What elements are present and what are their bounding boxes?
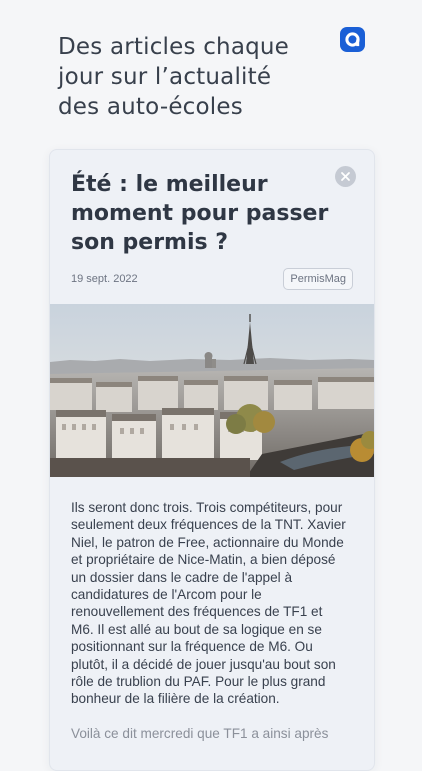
article-body-line: rôle de trublion du PAF. Pour le plus gr… xyxy=(71,674,326,690)
article-body-line: renouvellement des fréquences de TF1 et xyxy=(71,604,323,620)
source-badge[interactable]: PermisMag xyxy=(283,268,353,290)
article-body-line: seulement deux fréquences de la TNT. Xav… xyxy=(71,517,346,533)
article-body: Ils seront donc trois. Trois compétiteur… xyxy=(71,499,357,743)
article-body-line: et propriétaire de Nice-Matin, a bien dé… xyxy=(71,552,336,568)
promo-headline-line: jour sur l’actualité xyxy=(58,64,272,90)
article-body-line: Voilà ce dit mercredi que TF1 a ainsi ap… xyxy=(71,726,329,742)
article-body-line: positionnant sur la fréquence de M6. Ou xyxy=(71,639,313,655)
promo-headline-line: Des articles chaque xyxy=(58,34,290,60)
close-icon xyxy=(341,172,350,181)
article-body-line: Niel, le patron de Free, actionnaire du … xyxy=(71,534,344,550)
article-body-line: Ils seront donc trois. Trois compétiteur… xyxy=(71,500,343,515)
article-body-line: candidatures de l'Arcom pour le xyxy=(71,587,262,603)
promo-headline-line: des auto-écoles xyxy=(58,94,243,120)
article-body-line: bonheur de la filière de la création. xyxy=(71,691,280,707)
article-date: 19 sept. 2022 xyxy=(71,273,138,285)
article-title: Été : le meilleur moment pour passer son… xyxy=(71,170,331,257)
article-title-line: son permis ? xyxy=(71,230,229,255)
article-body-line xyxy=(71,708,357,725)
article-body-line: M6. Il est allé au bout de sa logique en… xyxy=(71,621,322,637)
article-body-line: plutôt, il a décidé de jouer jusqu'au bo… xyxy=(71,656,336,672)
article-body-line: un dossier dans le cadre de l'appel à xyxy=(71,569,292,585)
app-logo-icon xyxy=(340,27,365,52)
article-card[interactable]: Été : le meilleur moment pour passer son… xyxy=(49,149,375,771)
article-title-line: Été : le meilleur xyxy=(71,172,268,197)
close-button[interactable] xyxy=(335,166,356,187)
article-title-line: moment pour passer xyxy=(71,201,329,226)
paris-skyline-eiffel-tower-photo xyxy=(50,304,374,477)
promo-headline: Des articles chaque jour sur l’actualité… xyxy=(58,32,318,122)
